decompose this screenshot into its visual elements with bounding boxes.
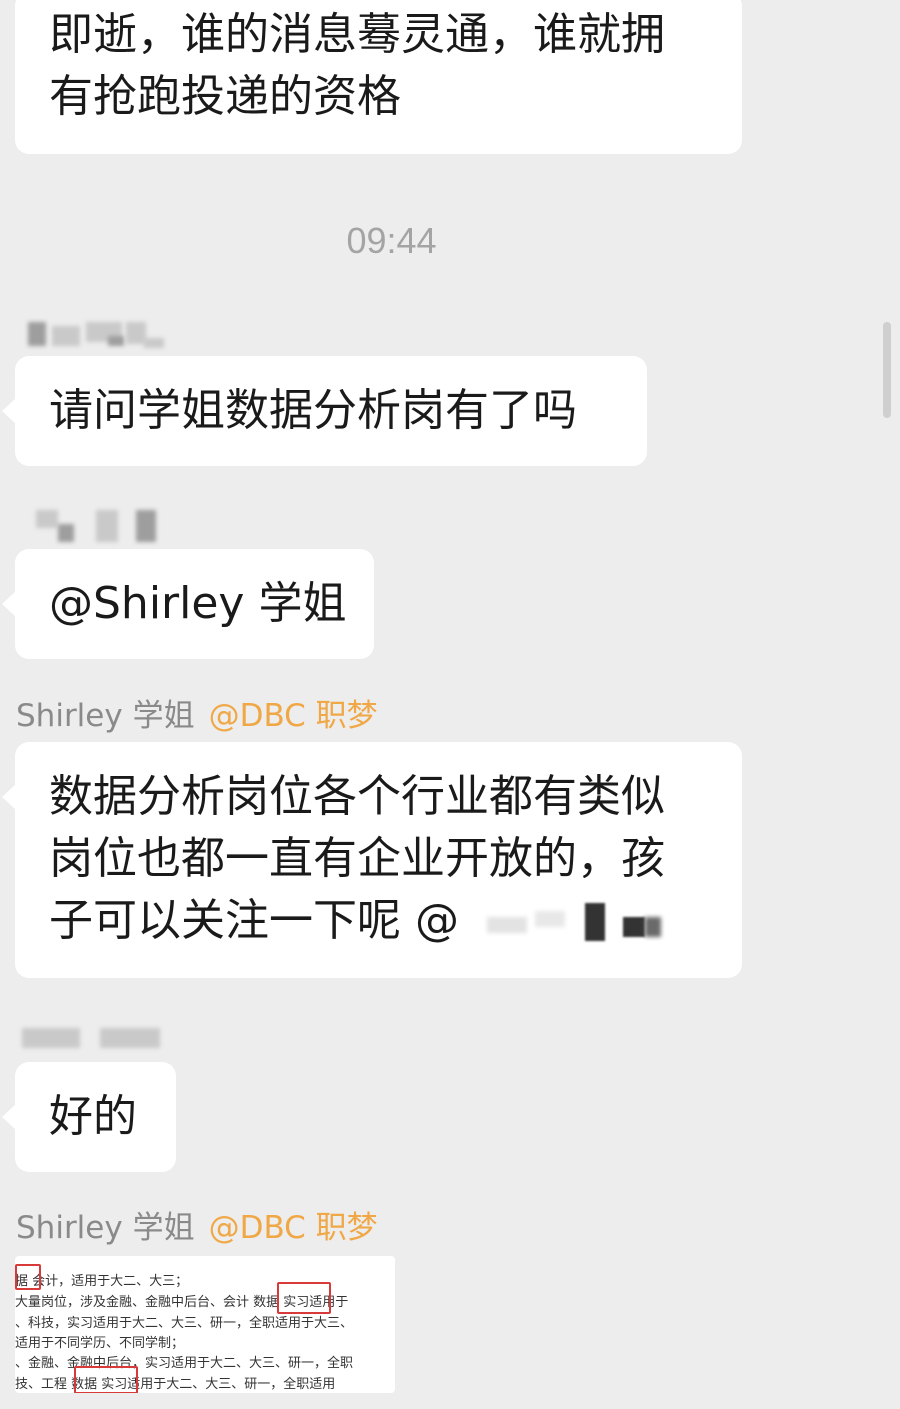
message-bubble[interactable]: 即逝，谁的消息蓦灵通，谁就拥 有抢跑投递的资格	[15, 0, 742, 154]
message-bubble[interactable]: 请问学姐数据分析岗有了吗	[2, 356, 647, 466]
message-line: 岗位也都一直有企业开放的，孩	[49, 833, 665, 884]
sender-tag: @DBC 职梦	[208, 698, 378, 734]
message-bubble[interactable]: 数据分析岗位各个行业都有类似 岗位也都一直有企业开放的，孩 子可以关注一下呢 @	[2, 742, 742, 978]
message-line-text: 子可以关注一下呢 @	[49, 895, 459, 946]
image-text-line: 技、工程 数据 实习适用于大二、大三、研一，全职适用	[15, 1377, 336, 1392]
highlight-box	[277, 1282, 331, 1314]
sender-name[interactable]: Shirley 学姐	[16, 1210, 195, 1246]
message-text: 请问学姐数据分析岗有了吗	[49, 385, 577, 436]
highlight-box	[74, 1366, 138, 1393]
message-line: 子可以关注一下呢 @	[49, 890, 710, 952]
message-text: @Shirley 学姐	[49, 578, 347, 629]
sender-tag: @DBC 职梦	[208, 1210, 378, 1246]
message-bubble[interactable]: @Shirley 学姐	[2, 549, 374, 659]
message-text: 好的	[49, 1091, 137, 1142]
message-line: 数据分析岗位各个行业都有类似	[49, 771, 665, 822]
message-line: 即逝，谁的消息蓦灵通，谁就拥	[49, 9, 665, 60]
image-text-line: 、金融、金融中后台，实习适用于大二、大三、研一，全职	[15, 1356, 354, 1371]
image-text-line: 、科技，实习适用于大二、大三、研一，全职适用于大三、	[15, 1316, 354, 1331]
image-text-line: 适用于不同学历、不同学制；	[15, 1336, 185, 1351]
image-attachment[interactable]: 据 会计，适用于大二、大三； 大量岗位，涉及金融、金融中后台、会计 数据 实习适…	[15, 1256, 395, 1393]
mention-redacted	[459, 901, 661, 945]
highlight-box	[15, 1264, 41, 1290]
sender-label: Shirley 学姐 @DBC 职梦	[16, 696, 378, 736]
timestamp: 09:44	[346, 220, 437, 261]
scrollbar[interactable]	[883, 322, 891, 418]
sender-name[interactable]: Shirley 学姐	[16, 698, 195, 734]
sender-label: Shirley 学姐 @DBC 职梦	[16, 1208, 378, 1248]
message-line: 有抢跑投递的资格	[49, 71, 401, 122]
message-bubble[interactable]: 好的	[2, 1062, 176, 1172]
